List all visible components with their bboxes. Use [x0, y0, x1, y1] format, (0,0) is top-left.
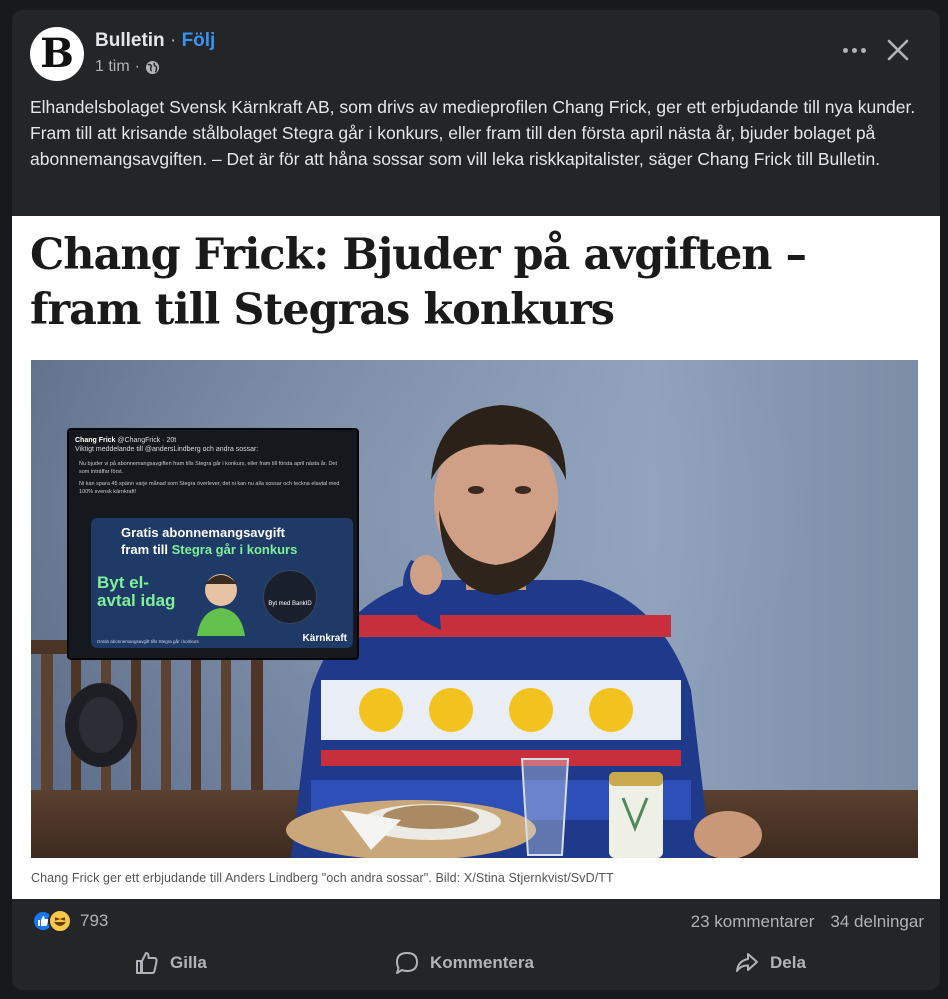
author-separator: ·	[169, 30, 177, 51]
share-button[interactable]: Dela	[734, 950, 806, 976]
glass-graphic	[520, 758, 570, 856]
tweet-ad: Gratis abonnemangsavgift fram till Stegr…	[91, 518, 353, 648]
comment-button[interactable]: Kommentera	[394, 950, 534, 976]
ad-big-text: Byt el-avtal idag	[97, 573, 176, 610]
post-stats: 793 23 kommentarer 34 delningar	[12, 903, 940, 939]
time-separator: ·	[134, 58, 140, 75]
can-graphic	[609, 772, 663, 858]
ad-title-1: Gratis abonnemangsavgift	[121, 525, 285, 540]
hand-graphic	[694, 811, 762, 858]
follow-button[interactable]: Följ	[182, 30, 216, 51]
tweet-line-3: Ni kan spara 45 spänn varje månad som St…	[79, 481, 340, 495]
close-icon[interactable]	[884, 36, 912, 64]
globe-icon	[145, 60, 160, 74]
ad-footer: Gratis abonnemangsavgift tills Stegra gå…	[97, 639, 199, 644]
tweet-header: Chang Frick @ChangFrick · 20t Viktigt me…	[75, 436, 345, 454]
ad-bankid-label: Byt med BankID	[268, 601, 312, 607]
post-time[interactable]: 1 tim	[95, 58, 130, 76]
comment-icon	[396, 952, 418, 974]
more-options-button[interactable]	[836, 36, 872, 64]
post-card: B Bulletin · Följ 1 tim · Elhandelsbolag…	[12, 10, 940, 990]
photo-caption: Chang Frick ger ett erbjudande till Ande…	[31, 871, 614, 885]
avatar[interactable]: B	[30, 27, 84, 81]
post-header: B Bulletin · Följ 1 tim ·	[12, 10, 940, 96]
tweet-handle: @ChangFrick · 20t	[117, 437, 177, 444]
dish-graphic	[286, 800, 536, 858]
article-photo: Chang Frick @ChangFrick · 20t Viktigt me…	[31, 360, 918, 858]
post-text: Elhandelsbolaget Svensk Kärnkraft AB, so…	[30, 97, 916, 169]
like-button[interactable]: Gilla	[134, 950, 207, 976]
like-label: Gilla	[170, 953, 207, 972]
comment-count[interactable]: 23 kommentarer	[691, 912, 815, 932]
post-image[interactable]: Chang Frick: Bjuder på avgiften – fram t…	[12, 216, 940, 899]
action-bar: Gilla Kommentera Dela	[12, 942, 940, 986]
tweet-line-2: Nu bjuder vi på abonnemangsavgiften fram…	[79, 461, 338, 475]
more-icon	[842, 47, 866, 53]
tweet-line-1: Viktigt meddelande till @andersLindberg …	[75, 446, 259, 453]
ad-brand: Kärnkraft	[302, 633, 347, 644]
tweet-author: Chang Frick	[75, 437, 116, 444]
tweet-body: Nu bjuder vi på abonnemangsavgiften fram…	[79, 460, 347, 496]
ad-title-2: fram till	[121, 542, 168, 557]
haha-reaction-icon	[48, 909, 72, 933]
author-name[interactable]: Bulletin	[95, 30, 165, 51]
reaction-count: 793	[80, 911, 109, 930]
tweet-screen: Chang Frick @ChangFrick · 20t Viktigt me…	[67, 428, 359, 660]
ad-title: Gratis abonnemangsavgift fram till Stegr…	[121, 524, 341, 558]
share-label: Dela	[770, 953, 806, 972]
engagement-counts: 23 kommentarer 34 delningar	[691, 912, 924, 932]
ad-person-graphic	[197, 574, 245, 636]
share-count[interactable]: 34 delningar	[830, 912, 924, 932]
article-headline: Chang Frick: Bjuder på avgiften – fram t…	[30, 230, 807, 335]
comment-label: Kommentera	[430, 953, 534, 972]
avatar-letter: B	[40, 30, 74, 77]
like-icon	[136, 952, 158, 974]
author-line: Bulletin · Följ	[95, 30, 215, 52]
ad-bankid-badge: Byt med BankID	[263, 570, 317, 624]
share-icon	[736, 953, 758, 972]
ad-title-highlight: Stegra går i konkurs	[171, 542, 298, 557]
reactions[interactable]: 793	[32, 909, 108, 933]
post-meta: 1 tim ·	[95, 58, 160, 76]
